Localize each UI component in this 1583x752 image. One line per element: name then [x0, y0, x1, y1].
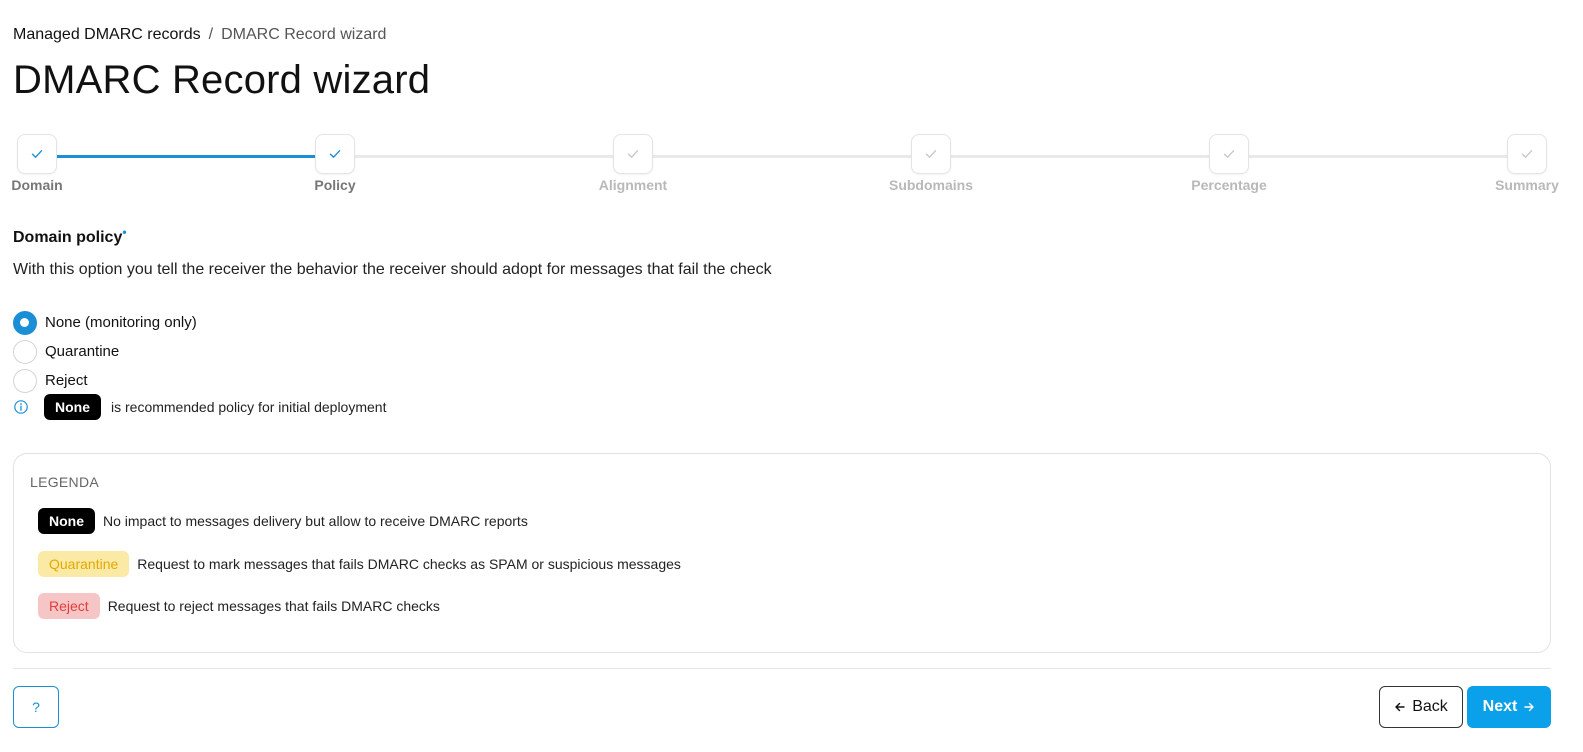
- breadcrumb-separator: /: [208, 26, 214, 43]
- step-summary-box: [1507, 134, 1547, 174]
- step-subdomains-label: Subdomains: [888, 177, 974, 193]
- step-subdomains-box: [911, 134, 951, 174]
- step-connector-percentage-summary: [1229, 155, 1527, 158]
- radio-quarantine[interactable]: [13, 339, 37, 364]
- step-policy[interactable]: Policy: [314, 134, 356, 193]
- step-alignment-label: Alignment: [598, 177, 668, 193]
- next-button[interactable]: Next: [1467, 686, 1551, 728]
- legend-badge-quarantine: Quarantine: [38, 551, 130, 577]
- step-connector-alignment-subdomains: [633, 155, 931, 158]
- arrow-left-icon: [1394, 701, 1406, 713]
- legend-badge-reject: Reject: [38, 593, 100, 619]
- radio-option-none[interactable]: None (monitoring only): [13, 308, 197, 337]
- footer-divider: [13, 668, 1551, 669]
- hint-text: is recommended policy for initial deploy…: [111, 399, 387, 415]
- step-percentage[interactable]: Percentage: [1191, 134, 1267, 193]
- step-policy-label: Policy: [314, 177, 356, 193]
- domain-policy-description: With this option you tell the receiver t…: [13, 261, 772, 278]
- legend-panel: LEGENDA None No impact to messages deliv…: [13, 453, 1551, 653]
- legend-desc-none: No impact to messages delivery but allow…: [103, 513, 528, 529]
- step-percentage-label: Percentage: [1191, 177, 1267, 193]
- check-icon: [31, 150, 43, 158]
- back-button[interactable]: Back: [1379, 686, 1463, 728]
- breadcrumb: Managed DMARC records / DMARC Record wiz…: [13, 26, 386, 44]
- page-title: DMARC Record wizard: [13, 58, 431, 102]
- step-domain-box: [17, 134, 57, 174]
- step-connector-policy-alignment: [335, 155, 633, 158]
- check-icon: [1521, 150, 1533, 158]
- hint-badge-none: None: [44, 394, 101, 420]
- radio-reject-label[interactable]: Reject: [45, 372, 88, 389]
- step-subdomains[interactable]: Subdomains: [889, 134, 973, 193]
- step-policy-box: [315, 134, 355, 174]
- help-button[interactable]: ?: [13, 686, 59, 728]
- breadcrumb-current: DMARC Record wizard: [221, 26, 387, 43]
- radio-reject[interactable]: [13, 368, 37, 393]
- radio-none[interactable]: [13, 310, 37, 335]
- step-percentage-box: [1209, 134, 1249, 174]
- legend-item-none: None No impact to messages delivery but …: [38, 508, 528, 534]
- domain-policy-title: Domain policy•: [13, 225, 127, 247]
- step-domain-label: Domain: [11, 177, 63, 193]
- step-domain[interactable]: Domain: [11, 134, 63, 193]
- legend-item-quarantine: Quarantine Request to mark messages that…: [38, 551, 681, 577]
- radio-option-quarantine[interactable]: Quarantine: [13, 337, 197, 366]
- legend-desc-quarantine: Request to mark messages that fails DMAR…: [137, 556, 681, 572]
- step-summary-label: Summary: [1495, 177, 1559, 193]
- wizard-stepper: Domain Policy Alignment Subdomains Perce…: [0, 134, 1583, 204]
- step-alignment[interactable]: Alignment: [599, 134, 667, 193]
- domain-policy-title-text: Domain policy: [13, 229, 123, 246]
- legend-desc-reject: Request to reject messages that fails DM…: [107, 598, 440, 614]
- arrow-right-icon: [1523, 701, 1535, 713]
- legend-item-reject: Reject Request to reject messages that f…: [38, 593, 440, 619]
- breadcrumb-managed-dmarc-records[interactable]: Managed DMARC records: [13, 26, 201, 44]
- step-connector-subdomains-percentage: [931, 155, 1229, 158]
- info-icon: [14, 400, 28, 414]
- policy-recommendation-hint: None is recommended policy for initial d…: [13, 394, 386, 420]
- check-icon: [329, 150, 341, 158]
- radio-none-label[interactable]: None (monitoring only): [45, 314, 197, 331]
- step-summary[interactable]: Summary: [1495, 134, 1559, 193]
- step-connector-domain-policy: [37, 155, 335, 158]
- step-alignment-box: [613, 134, 653, 174]
- legend-badge-none: None: [38, 508, 95, 534]
- radio-quarantine-label[interactable]: Quarantine: [45, 343, 119, 360]
- radio-option-reject[interactable]: Reject: [13, 366, 197, 395]
- check-icon: [1223, 150, 1235, 158]
- required-marker: •: [122, 225, 127, 239]
- check-icon: [925, 150, 937, 158]
- back-button-label: Back: [1412, 698, 1448, 715]
- next-button-label: Next: [1482, 698, 1518, 715]
- legend-title: LEGENDA: [30, 474, 100, 490]
- domain-policy-radio-group: None (monitoring only) Quarantine Reject: [13, 308, 197, 395]
- check-icon: [627, 150, 639, 158]
